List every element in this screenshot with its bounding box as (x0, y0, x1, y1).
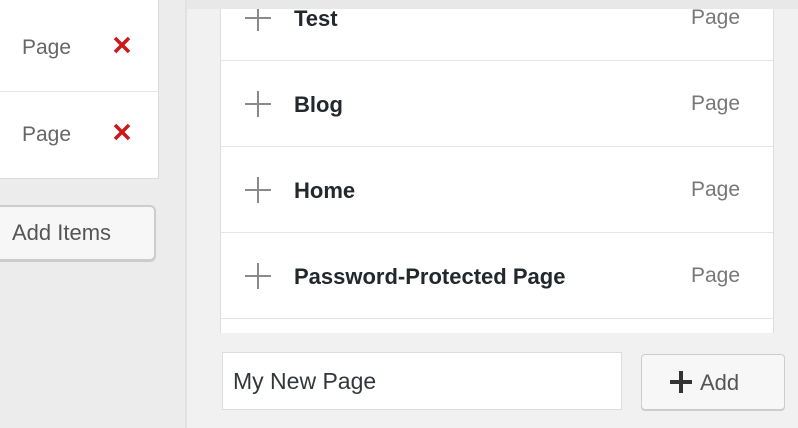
plus-icon[interactable] (245, 91, 271, 117)
panel-top-edge (187, 0, 798, 9)
add-button[interactable]: Add (641, 354, 785, 410)
page-type: Page (690, 264, 740, 287)
page-title: Home (294, 178, 356, 203)
page-title: Test (294, 9, 338, 31)
page-title: Blog (294, 92, 343, 117)
plus-icon[interactable] (245, 9, 271, 31)
page-list-item[interactable] (221, 319, 773, 333)
plus-icon[interactable] (245, 263, 271, 289)
close-icon[interactable] (110, 33, 134, 57)
page-type: Page (690, 9, 740, 29)
page-list-item[interactable]: Test Page (221, 9, 773, 61)
menu-structure-panel: Page Page Add Items (0, 0, 187, 428)
menu-item[interactable]: Page (0, 5, 158, 92)
page-type: Page (690, 178, 740, 201)
page-list[interactable]: Test Page Blog Page Home Page Password-P… (220, 9, 774, 333)
plus-icon[interactable] (245, 177, 271, 203)
menu-items-list: Page Page (0, 0, 159, 179)
page-list-item[interactable]: Home Page (221, 147, 773, 233)
page-list-item[interactable]: Blog Page (221, 61, 773, 147)
add-items-button[interactable]: Add Items (0, 205, 156, 261)
close-icon[interactable] (110, 120, 134, 144)
menu-item-type: Page (22, 36, 72, 59)
add-button-label: Add (700, 370, 740, 395)
menu-item-type: Page (22, 123, 72, 146)
page-title: Password-Protected Page (294, 264, 566, 289)
page-list-item[interactable]: Password-Protected Page Page (221, 233, 773, 319)
plus-icon (670, 371, 692, 393)
menu-item[interactable]: Page (0, 92, 158, 178)
new-page-title-input[interactable] (222, 352, 622, 410)
add-pages-panel: Test Page Blog Page Home Page Password-P… (187, 0, 798, 428)
page-type: Page (690, 92, 740, 115)
